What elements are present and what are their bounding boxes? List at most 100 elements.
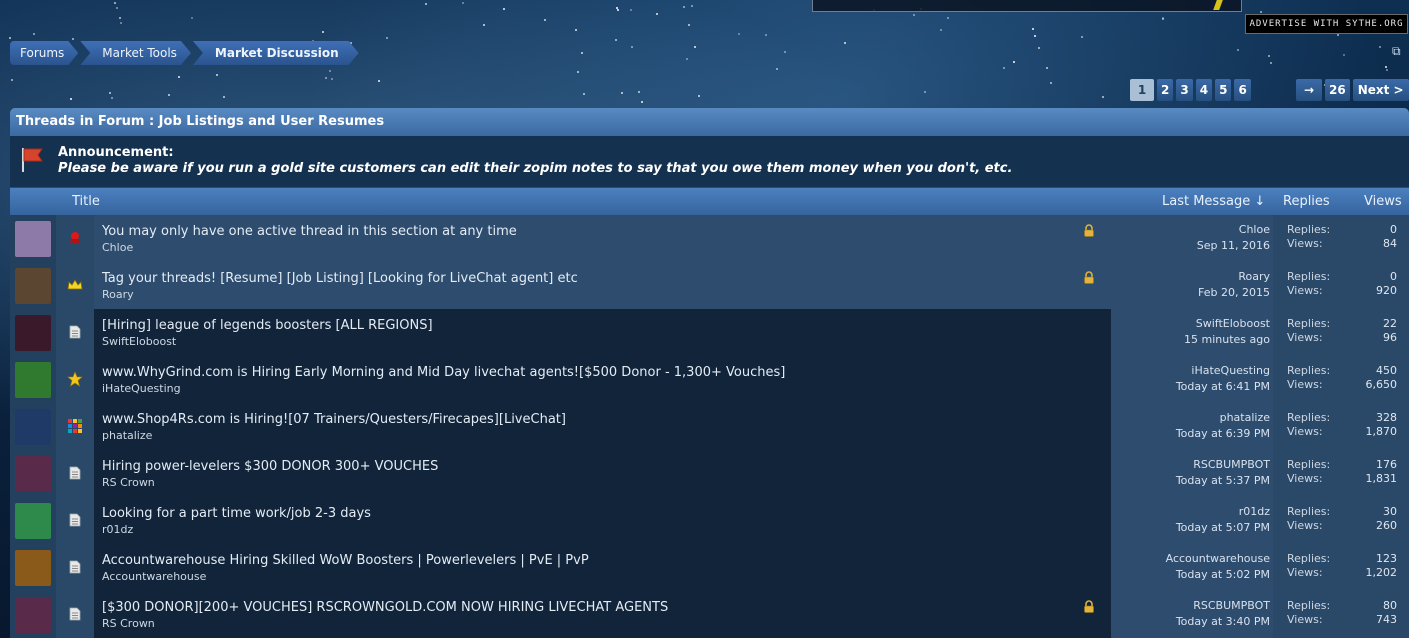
breadcrumb-forums[interactable]: Forums — [10, 41, 78, 65]
avatar[interactable] — [15, 221, 51, 257]
expand-icon[interactable]: ⧉ — [1392, 45, 1406, 57]
thread-title-link[interactable]: You may only have one active thread in t… — [102, 224, 517, 239]
avatar[interactable] — [15, 268, 51, 304]
avatar[interactable] — [15, 550, 51, 586]
thread-status-cell — [56, 450, 94, 497]
grid-icon — [67, 418, 83, 434]
replies-count: 123 — [1376, 552, 1397, 565]
thread-status-cell — [56, 356, 94, 403]
breadcrumb-market-discussion[interactable]: Market Discussion — [193, 41, 359, 65]
views-count: 84 — [1383, 237, 1397, 250]
replies-count: 0 — [1390, 270, 1397, 283]
stats-cell: Replies: 0 Views: 920 — [1273, 262, 1409, 309]
avatar-cell — [10, 403, 56, 450]
advertise-link[interactable]: ADVERTISE WITH SYTHE.ORG — [1245, 14, 1408, 34]
thread-title-link[interactable]: www.WhyGrind.com is Hiring Early Morning… — [102, 365, 785, 380]
page-current[interactable]: 1 — [1130, 79, 1154, 101]
last-message-user[interactable]: r01dz — [1239, 505, 1270, 518]
views-count: 260 — [1376, 519, 1397, 532]
last-message-date[interactable]: Today at 6:39 PM — [1176, 427, 1270, 440]
star-icon — [67, 371, 83, 387]
thread-title-link[interactable]: Accountwarehouse Hiring Skilled WoW Boos… — [102, 553, 589, 568]
thread-title-link[interactable]: [$300 DONOR][200+ VOUCHES] RSCROWNGOLD.C… — [102, 600, 668, 615]
last-message-cell: RSCBUMPBOT Today at 3:40 PM — [1111, 591, 1273, 638]
last-message-date[interactable]: Today at 3:40 PM — [1176, 615, 1270, 628]
forum-header: Threads in Forum : Job Listings and User… — [10, 108, 1409, 136]
column-replies[interactable]: Replies — [1283, 194, 1330, 209]
page-link[interactable]: 6 — [1234, 79, 1251, 101]
announcement-text[interactable]: Please be aware if you run a gold site c… — [58, 161, 1012, 176]
last-message-date[interactable]: Feb 20, 2015 — [1198, 286, 1270, 299]
last-message-user[interactable]: iHateQuesting — [1191, 364, 1270, 377]
thread-author-link[interactable]: r01dz — [102, 523, 133, 536]
document-icon — [67, 465, 83, 481]
avatar[interactable] — [15, 362, 51, 398]
avatar[interactable] — [15, 409, 51, 445]
thread-rows: You may only have one active thread in t… — [10, 215, 1409, 638]
last-message-user[interactable]: Accountwarehouse — [1166, 552, 1270, 565]
column-last-message[interactable]: Last Message ↓ — [1162, 194, 1265, 209]
thread-title-link[interactable]: Tag your threads! [Resume] [Job Listing]… — [102, 271, 578, 286]
thread-author-link[interactable]: SwiftEloboost — [102, 335, 176, 348]
replies-label: Replies: — [1287, 552, 1331, 565]
last-message-date[interactable]: Today at 5:07 PM — [1176, 521, 1270, 534]
avatar[interactable] — [15, 456, 51, 492]
page-link[interactable]: 3 — [1176, 79, 1193, 101]
column-views[interactable]: Views — [1364, 194, 1402, 209]
announcement[interactable]: Announcement: Please be aware if you run… — [10, 136, 1409, 188]
thread-title-link[interactable]: Hiring power-levelers $300 DONOR 300+ VO… — [102, 459, 438, 474]
last-message-cell: r01dz Today at 5:07 PM — [1111, 497, 1273, 544]
last-message-user[interactable]: Roary — [1238, 270, 1270, 283]
views-label: Views: — [1287, 566, 1323, 579]
thread-author-link[interactable]: phatalize — [102, 429, 152, 442]
last-page-link[interactable]: 26 — [1325, 79, 1350, 101]
page-link[interactable]: 5 — [1215, 79, 1232, 101]
avatar-cell — [10, 544, 56, 591]
avatar-cell — [10, 215, 56, 262]
last-message-user[interactable]: SwiftEloboost — [1196, 317, 1270, 330]
stats-cell: Replies: 22 Views: 96 — [1273, 309, 1409, 356]
replies-count: 22 — [1383, 317, 1397, 330]
last-message-date[interactable]: Today at 5:37 PM — [1176, 474, 1270, 487]
views-label: Views: — [1287, 331, 1323, 344]
skip-arrow-button[interactable]: → — [1296, 79, 1322, 101]
thread-row: www.WhyGrind.com is Hiring Early Morning… — [10, 356, 1409, 403]
last-message-user[interactable]: Chloe — [1239, 223, 1270, 236]
page-link[interactable]: 4 — [1195, 79, 1213, 101]
next-page-button[interactable]: Next > — [1352, 79, 1409, 101]
thread-author-link[interactable]: RS Crown — [102, 617, 155, 630]
last-message-date[interactable]: Today at 6:41 PM — [1176, 380, 1270, 393]
replies-label: Replies: — [1287, 317, 1331, 330]
top-ad-banner[interactable] — [812, 0, 1242, 12]
thread-info: Looking for a part time work/job 2-3 day… — [94, 497, 1111, 544]
breadcrumb: Forums Market Tools Market Discussion — [10, 41, 361, 65]
breadcrumb-market-tools[interactable]: Market Tools — [80, 41, 191, 65]
thread-title-link[interactable]: Looking for a part time work/job 2-3 day… — [102, 506, 371, 521]
thread-author-link[interactable]: Chloe — [102, 241, 133, 254]
thread-author-link[interactable]: iHateQuesting — [102, 382, 181, 395]
thread-title-link[interactable]: www.Shop4Rs.com is Hiring![07 Trainers/Q… — [102, 412, 566, 427]
last-message-date[interactable]: Sep 11, 2016 — [1197, 239, 1270, 252]
replies-label: Replies: — [1287, 599, 1331, 612]
column-title[interactable]: Title — [72, 194, 100, 209]
last-message-cell: Chloe Sep 11, 2016 — [1111, 215, 1273, 262]
last-message-user[interactable]: phatalize — [1220, 411, 1270, 424]
thread-author-link[interactable]: Accountwarehouse — [102, 570, 206, 583]
crown-icon — [67, 277, 83, 293]
views-label: Views: — [1287, 519, 1323, 532]
thread-author-link[interactable]: RS Crown — [102, 476, 155, 489]
last-message-user[interactable]: RSCBUMPBOT — [1193, 599, 1270, 612]
last-message-date[interactable]: 15 minutes ago — [1184, 333, 1270, 346]
last-message-date[interactable]: Today at 5:02 PM — [1176, 568, 1270, 581]
thread-title-link[interactable]: [Hiring] league of legends boosters [ALL… — [102, 318, 433, 333]
page-link[interactable]: 2 — [1157, 79, 1174, 101]
avatar[interactable] — [15, 315, 51, 351]
last-message-user[interactable]: RSCBUMPBOT — [1193, 458, 1270, 471]
replies-label: Replies: — [1287, 270, 1331, 283]
thread-info: [Hiring] league of legends boosters [ALL… — [94, 309, 1111, 356]
replies-count: 0 — [1390, 223, 1397, 236]
avatar[interactable] — [15, 503, 51, 539]
avatar[interactable] — [15, 597, 51, 633]
thread-author-link[interactable]: Roary — [102, 288, 134, 301]
last-message-cell: phatalize Today at 6:39 PM — [1111, 403, 1273, 450]
